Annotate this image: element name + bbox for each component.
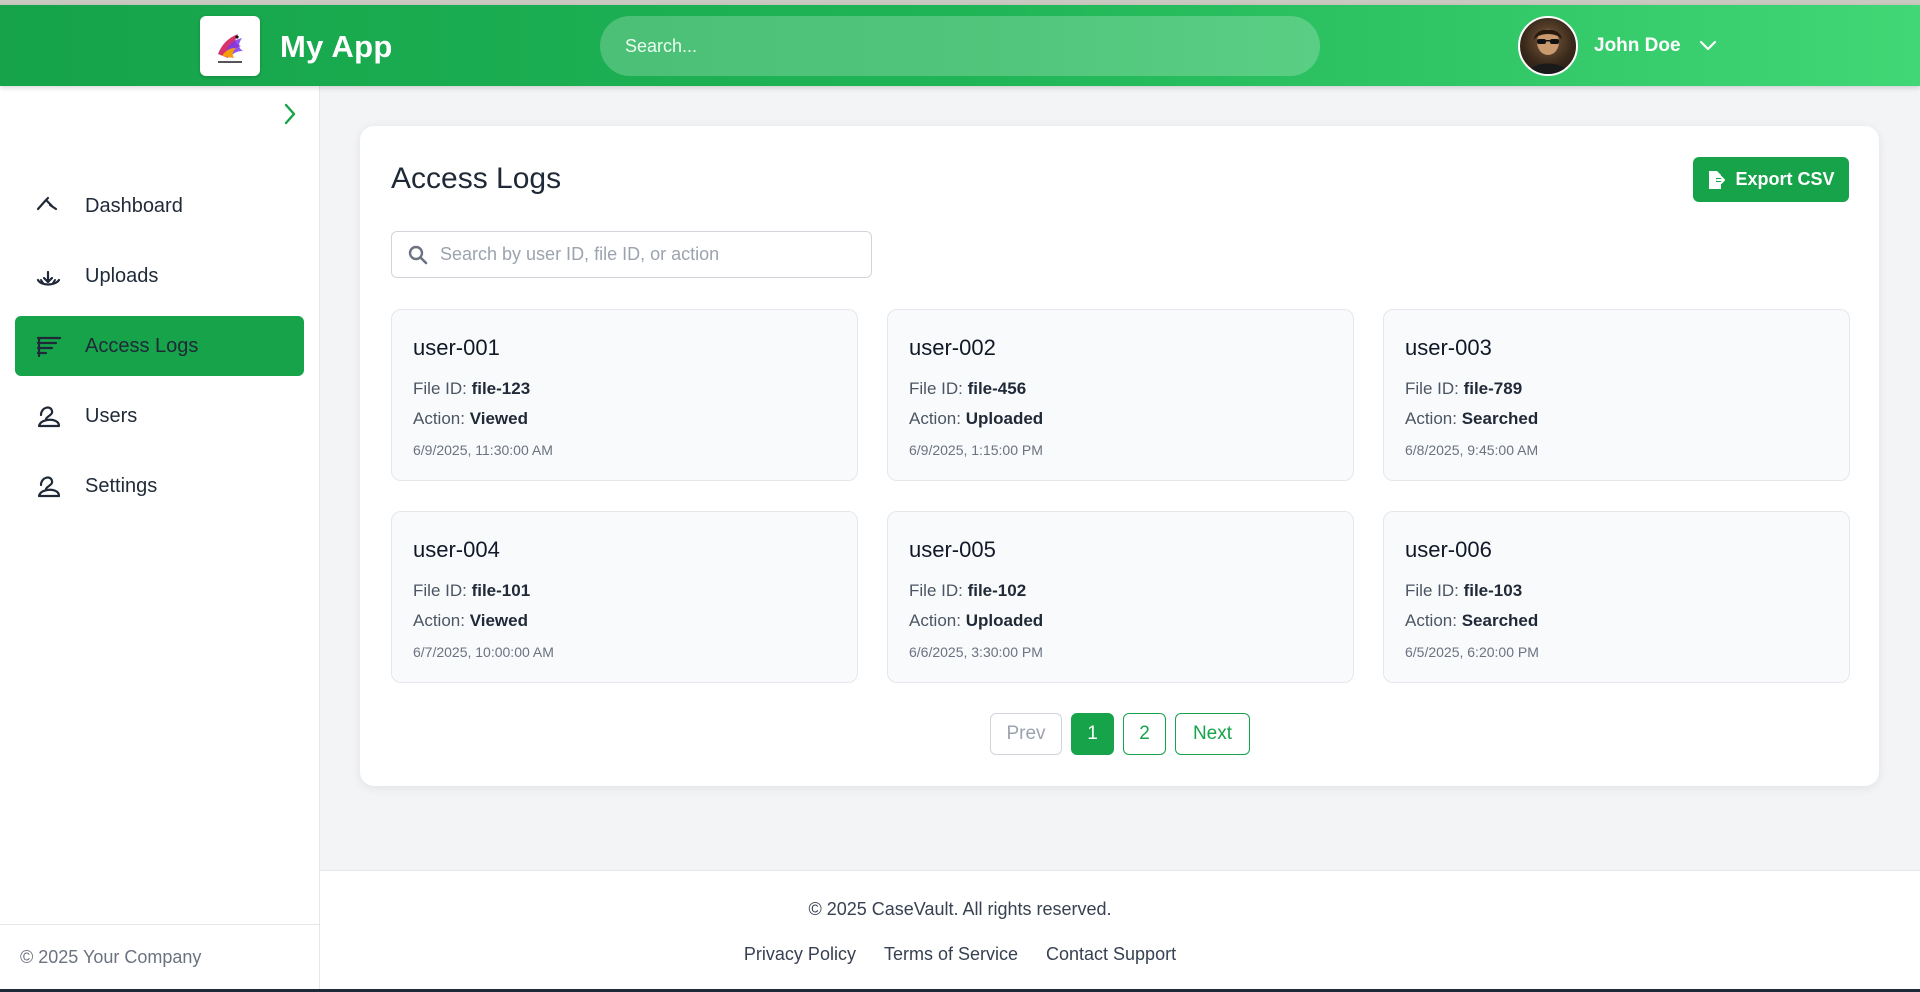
log-file-id: File ID: file-456 xyxy=(909,379,1027,398)
sidebar-item-access-logs[interactable]: Access Logs xyxy=(15,316,304,376)
sidebar-item-users[interactable]: Users xyxy=(15,386,304,446)
sidebar-item-label: Settings xyxy=(85,474,158,497)
access-logs-icon xyxy=(36,336,62,358)
uploads-icon xyxy=(36,270,61,286)
sidebar-item-label: Uploads xyxy=(85,264,159,287)
log-file-id: File ID: file-789 xyxy=(1405,379,1523,398)
sidebar-item-label: Dashboard xyxy=(85,194,183,217)
log-timestamp: 6/5/2025, 6:20:00 PM xyxy=(1405,644,1539,660)
page-footer: © 2025 CaseVault. All rights reserved. P… xyxy=(320,870,1920,992)
sidebar-item-label: Users xyxy=(85,404,138,427)
app-title: My App xyxy=(280,29,393,64)
file-export-icon xyxy=(1709,170,1726,189)
log-action: Action: Viewed xyxy=(413,409,528,428)
sidebar-copyright: © 2025 Your Company xyxy=(20,947,202,967)
log-action: Action: Viewed xyxy=(413,611,528,630)
log-user-id: user-003 xyxy=(1405,335,1492,360)
sidebar-item-uploads[interactable]: Uploads xyxy=(15,246,304,306)
log-user-id: user-006 xyxy=(1405,537,1492,562)
log-user-id: user-001 xyxy=(413,335,500,360)
log-card[interactable]: user-002 File ID: file-456 Action: Uploa… xyxy=(887,309,1354,481)
log-timestamp: 6/9/2025, 1:15:00 PM xyxy=(909,442,1043,458)
user-menu[interactable]: John Doe xyxy=(1518,16,1717,76)
avatar xyxy=(1518,16,1578,76)
chevron-right-icon[interactable] xyxy=(278,102,302,126)
terms-of-service-link[interactable]: Terms of Service xyxy=(884,944,1018,965)
log-search-input[interactable] xyxy=(440,232,860,277)
log-user-id: user-005 xyxy=(909,537,996,562)
log-timestamp: 6/9/2025, 11:30:00 AM xyxy=(413,442,553,458)
log-card[interactable]: user-004 File ID: file-101 Action: Viewe… xyxy=(391,511,858,683)
footer-links: Privacy Policy Terms of Service Contact … xyxy=(320,944,1600,965)
top-header: My App John Doe xyxy=(0,5,1920,86)
dashboard-icon xyxy=(36,196,58,211)
export-csv-button[interactable]: Export CSV xyxy=(1693,157,1849,202)
log-action: Action: Uploaded xyxy=(909,409,1044,428)
log-card[interactable]: user-001 File ID: file-123 Action: Viewe… xyxy=(391,309,858,481)
bird-logo-icon xyxy=(218,34,243,63)
log-user-id: user-004 xyxy=(413,537,500,562)
log-timestamp: 6/7/2025, 10:00:00 AM xyxy=(413,644,554,660)
footer-copyright: © 2025 CaseVault. All rights reserved. xyxy=(808,899,1112,919)
chevron-down-icon[interactable] xyxy=(1699,40,1717,52)
log-timestamp: 6/8/2025, 9:45:00 AM xyxy=(1405,442,1539,458)
pagination-next-button[interactable]: Next xyxy=(1175,713,1250,755)
log-card[interactable]: user-005 File ID: file-102 Action: Uploa… xyxy=(887,511,1354,683)
page-title: Access Logs xyxy=(391,162,562,195)
access-logs-card: Access Logs Export CSV user-001 File ID:… xyxy=(360,126,1879,786)
export-csv-label: Export CSV xyxy=(1735,169,1835,189)
sidebar-item-label: Access Logs xyxy=(85,334,199,357)
contact-support-link[interactable]: Contact Support xyxy=(1046,944,1176,965)
log-timestamp: 6/6/2025, 3:30:00 PM xyxy=(909,644,1043,660)
search-icon xyxy=(408,245,428,265)
log-file-id: File ID: file-123 xyxy=(413,379,531,398)
sidebar: Dashboard Uploads Access Logs Users Sett… xyxy=(0,86,320,992)
app-logo[interactable] xyxy=(200,16,260,76)
log-card[interactable]: user-006 File ID: file-103 Action: Searc… xyxy=(1383,511,1850,683)
global-search-input[interactable] xyxy=(600,16,1320,76)
log-file-id: File ID: file-103 xyxy=(1405,581,1523,600)
log-action: Action: Searched xyxy=(1405,611,1539,630)
pagination-page-1[interactable]: 1 xyxy=(1071,713,1114,755)
log-card[interactable]: user-003 File ID: file-789 Action: Searc… xyxy=(1383,309,1850,481)
sidebar-item-settings[interactable]: Settings xyxy=(15,456,304,516)
pagination-prev-button[interactable]: Prev xyxy=(990,713,1062,755)
log-file-id: File ID: file-102 xyxy=(909,581,1027,600)
users-icon xyxy=(37,406,61,428)
log-file-id: File ID: file-101 xyxy=(413,581,531,600)
user-name: John Doe xyxy=(1594,35,1681,56)
sidebar-footer: © 2025 Your Company xyxy=(0,924,319,992)
log-user-id: user-002 xyxy=(909,335,996,360)
log-action: Action: Uploaded xyxy=(909,611,1044,630)
pagination-page-2[interactable]: 2 xyxy=(1123,713,1166,755)
privacy-policy-link[interactable]: Privacy Policy xyxy=(744,944,856,965)
log-search-field xyxy=(391,231,872,278)
sidebar-item-dashboard[interactable]: Dashboard xyxy=(15,176,304,236)
log-action: Action: Searched xyxy=(1405,409,1539,428)
settings-icon xyxy=(37,476,61,498)
